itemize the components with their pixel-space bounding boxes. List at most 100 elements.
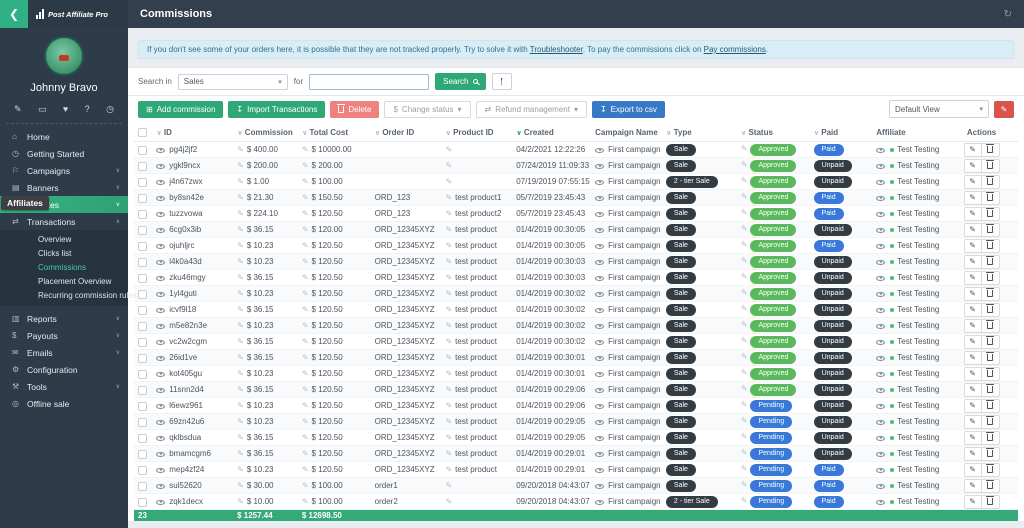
- view-icon[interactable]: [876, 404, 885, 409]
- view-icon[interactable]: [156, 276, 165, 281]
- row-checkbox[interactable]: [138, 242, 147, 251]
- view-icon[interactable]: [156, 452, 165, 457]
- row-checkbox[interactable]: [138, 210, 147, 219]
- edit-row-button[interactable]: ✎: [964, 271, 982, 285]
- sidebar-item-reports[interactable]: ▥Reports∨: [0, 310, 128, 327]
- change-status-dropdown[interactable]: $ Change status ▾: [384, 101, 470, 118]
- edit-icon[interactable]: ✎: [237, 321, 244, 330]
- delete-row-button[interactable]: [982, 143, 1000, 157]
- edit-icon[interactable]: ✎: [741, 240, 748, 249]
- edit-icon[interactable]: ✎: [445, 257, 452, 266]
- view-icon[interactable]: [595, 404, 604, 409]
- sidebar-collapse-button[interactable]: ❮: [0, 0, 28, 28]
- delete-row-button[interactable]: [982, 287, 1000, 301]
- edit-row-button[interactable]: ✎: [964, 399, 982, 413]
- edit-icon[interactable]: ✎: [237, 353, 244, 362]
- edit-icon[interactable]: ✎: [445, 433, 452, 442]
- view-icon[interactable]: [595, 340, 604, 345]
- search-scope-select[interactable]: Sales ▾: [178, 74, 288, 90]
- column-header-affiliate[interactable]: Affiliate: [872, 123, 945, 142]
- view-icon[interactable]: [595, 308, 604, 313]
- column-header-type[interactable]: ∨Type: [662, 123, 737, 142]
- edit-icon[interactable]: ✎: [445, 273, 452, 282]
- edit-row-button[interactable]: ✎: [964, 223, 982, 237]
- edit-icon[interactable]: ✎: [302, 369, 309, 378]
- edit-icon[interactable]: ✎: [302, 225, 309, 234]
- view-icon[interactable]: [876, 484, 885, 489]
- edit-row-button[interactable]: ✎: [964, 207, 982, 221]
- view-icon[interactable]: [156, 372, 165, 377]
- sidebar-item-campaigns[interactable]: ⚐Campaigns∨: [0, 162, 128, 179]
- refresh-icon[interactable]: ↻: [1004, 9, 1012, 20]
- edit-icon[interactable]: ✎: [445, 353, 452, 362]
- select-all-checkbox[interactable]: [138, 128, 147, 137]
- edit-icon[interactable]: ✎: [302, 337, 309, 346]
- view-icon[interactable]: [876, 292, 885, 297]
- row-checkbox[interactable]: [138, 370, 147, 379]
- view-icon[interactable]: [595, 164, 604, 169]
- edit-icon[interactable]: ✎: [445, 369, 452, 378]
- view-icon[interactable]: [595, 324, 604, 329]
- edit-row-button[interactable]: ✎: [964, 143, 982, 157]
- edit-icon[interactable]: ✎: [445, 321, 452, 330]
- view-icon[interactable]: [595, 292, 604, 297]
- edit-icon[interactable]: ✎: [445, 401, 452, 410]
- sidebar-item-emails[interactable]: ✉Emails∨: [0, 344, 128, 361]
- edit-icon[interactable]: ✎: [302, 385, 309, 394]
- sidebar-item-offline-sale[interactable]: ◎Offline sale: [0, 395, 128, 412]
- row-checkbox[interactable]: [138, 450, 147, 459]
- row-checkbox[interactable]: [138, 322, 147, 331]
- view-icon[interactable]: [876, 148, 885, 153]
- edit-icon[interactable]: ✎: [302, 321, 309, 330]
- delete-row-button[interactable]: [982, 303, 1000, 317]
- edit-icon[interactable]: ✎: [302, 145, 309, 154]
- monitor-icon[interactable]: ▭: [38, 104, 47, 115]
- view-icon[interactable]: [156, 324, 165, 329]
- row-checkbox[interactable]: [138, 402, 147, 411]
- edit-icon[interactable]: ✎: [237, 465, 244, 474]
- edit-icon[interactable]: ✎: [445, 193, 452, 202]
- delete-row-button[interactable]: [982, 335, 1000, 349]
- edit-icon[interactable]: ✎: [302, 257, 309, 266]
- row-checkbox[interactable]: [138, 290, 147, 299]
- delete-row-button[interactable]: [982, 431, 1000, 445]
- edit-icon[interactable]: ✎: [302, 417, 309, 426]
- view-icon[interactable]: [876, 500, 885, 505]
- row-checkbox[interactable]: [138, 418, 147, 427]
- view-icon[interactable]: [156, 340, 165, 345]
- edit-icon[interactable]: ✎: [237, 385, 244, 394]
- view-icon[interactable]: [876, 212, 885, 217]
- edit-icon[interactable]: ✎: [302, 433, 309, 442]
- edit-icon[interactable]: ✎: [741, 256, 748, 265]
- sidebar-item-configuration[interactable]: ⚙Configuration: [0, 361, 128, 378]
- view-icon[interactable]: [156, 308, 165, 313]
- row-checkbox[interactable]: [138, 338, 147, 347]
- view-icon[interactable]: [156, 404, 165, 409]
- edit-icon[interactable]: ✎: [741, 208, 748, 217]
- delete-row-button[interactable]: [982, 479, 1000, 493]
- view-icon[interactable]: [876, 324, 885, 329]
- delete-row-button[interactable]: [982, 271, 1000, 285]
- edit-row-button[interactable]: ✎: [964, 303, 982, 317]
- delete-row-button[interactable]: [982, 415, 1000, 429]
- sidebar-item-home[interactable]: ⌂Home: [0, 128, 128, 145]
- view-icon[interactable]: [876, 228, 885, 233]
- view-icon[interactable]: [876, 468, 885, 473]
- edit-icon[interactable]: ✎: [741, 400, 748, 409]
- view-icon[interactable]: [876, 260, 885, 265]
- view-icon[interactable]: [156, 228, 165, 233]
- edit-icon[interactable]: ✎: [237, 481, 244, 490]
- submenu-item-recurring-commission-rules[interactable]: Recurring commission rules: [0, 289, 128, 303]
- column-header-actions[interactable]: Actions: [945, 123, 1018, 142]
- delete-row-button[interactable]: [982, 191, 1000, 205]
- delete-row-button[interactable]: [982, 351, 1000, 365]
- column-header-order_id[interactable]: ∨Order ID: [371, 123, 442, 142]
- refund-management-dropdown[interactable]: ⇄ Refund management ▾: [476, 101, 587, 118]
- view-icon[interactable]: [156, 420, 165, 425]
- edit-icon[interactable]: ✎: [445, 305, 452, 314]
- delete-row-button[interactable]: [982, 399, 1000, 413]
- view-icon[interactable]: [595, 148, 604, 153]
- view-icon[interactable]: [156, 196, 165, 201]
- view-icon[interactable]: [595, 260, 604, 265]
- edit-icon[interactable]: ✎: [445, 289, 452, 298]
